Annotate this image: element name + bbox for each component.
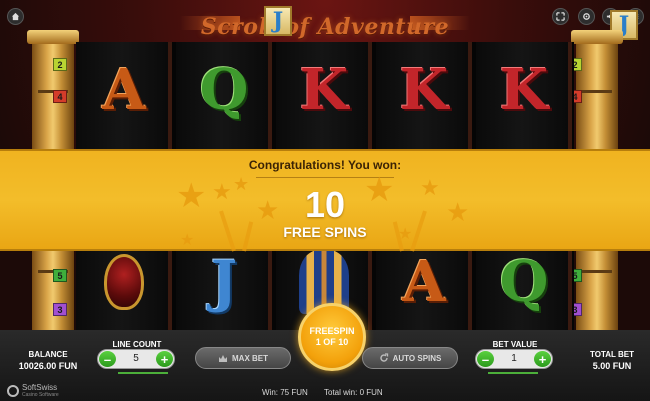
special-symbol-tile: J (264, 6, 292, 36)
win-amount: 10 (304, 184, 346, 225)
home-icon[interactable] (7, 8, 24, 25)
bet-value-minus-button[interactable]: – (477, 351, 494, 367)
bet-value-label: BET VALUE (492, 340, 538, 349)
balance-value: 10026.00 FUN (18, 361, 78, 371)
game-title: Scroll of Adventure (200, 14, 450, 40)
max-bet-label: MAX BET (232, 353, 268, 363)
total-bet-label: TOTAL BET (590, 350, 634, 359)
line-count-label: LINE COUNT (112, 340, 162, 349)
bet-value-underline (488, 372, 538, 374)
balance-label: BALANCE (28, 350, 68, 359)
pillar-stripe (582, 90, 612, 93)
bet-value-plus-button[interactable]: + (534, 351, 551, 367)
auto-spins-label: AUTO SPINS (392, 353, 442, 363)
symbol-k: K (499, 57, 549, 123)
slot-game: Scroll of Adventure J J 2 4 5 3 2 4 5 3 … (0, 0, 650, 401)
max-bet-icon (219, 354, 227, 362)
total-bet-value: 5.00 FUN (592, 361, 632, 371)
scarab-icon (104, 254, 144, 310)
brand-name: SoftSwiss (22, 383, 58, 392)
fullscreen-icon[interactable] (552, 8, 569, 25)
line-count-plus-button[interactable]: + (156, 351, 173, 367)
bet-value-stepper[interactable]: – 1 + (475, 349, 553, 369)
total-win-readout: Total win: 0 FUN (324, 388, 383, 397)
line-count-stepper[interactable]: – 5 + (97, 349, 175, 369)
line-count-underline (118, 372, 168, 374)
top-bar: Scroll of Adventure J J (0, 0, 650, 40)
line-marker-left-5: 5 (53, 269, 67, 282)
win-label: FREE SPINS (283, 224, 367, 240)
auto-spins-button[interactable]: AUTO SPINS (362, 347, 458, 369)
line-marker-left-4: 4 (53, 90, 67, 103)
auto-spin-icon (379, 353, 388, 362)
spin-label: FREESPIN (309, 325, 355, 336)
line-marker-left-3: 3 (53, 303, 67, 316)
spin-count: 1 OF 10 (315, 337, 349, 347)
line-count-minus-button[interactable]: – (99, 351, 116, 367)
symbol-q: Q (199, 57, 249, 123)
spin-button[interactable]: FREESPIN 1 OF 10 (298, 303, 366, 371)
congrats-text: Congratulations! You won: (248, 158, 402, 172)
max-bet-button[interactable]: MAX BET (195, 347, 291, 369)
softswiss-logo-icon (7, 384, 19, 397)
symbol-k: K (299, 57, 349, 123)
symbol-a: A (102, 57, 146, 123)
brand-subtitle: Casino Software (22, 392, 59, 398)
bet-value: 1 (511, 353, 517, 364)
softswiss-logo: SoftSwiss Casino Software (7, 383, 59, 398)
pillar-stripe (582, 270, 612, 273)
symbol-k: K (399, 57, 449, 123)
line-marker-left-2: 2 (53, 58, 67, 71)
gear-icon[interactable] (578, 8, 595, 25)
win-readout: Win: 75 FUN (262, 388, 308, 397)
win-banner: Congratulations! You won: ★ ★ ★ ★ ★ ★ ★ … (0, 149, 650, 252)
line-count-value: 5 (133, 353, 139, 364)
